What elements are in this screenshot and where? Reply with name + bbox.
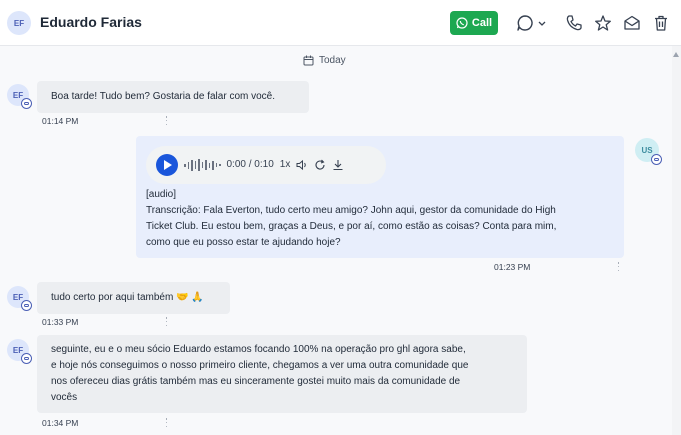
call-button-label: Call (471, 17, 493, 29)
message-options-icon[interactable] (617, 262, 620, 271)
message-options-icon[interactable] (165, 116, 168, 125)
whatsapp-call-button[interactable]: Call (450, 11, 498, 35)
replay-icon[interactable] (314, 159, 326, 171)
message-time: 01:34 PM (42, 418, 79, 428)
calendar-icon (303, 55, 314, 65)
audio-player: 0:00 / 0:10 1x (146, 146, 386, 184)
conversation-header: EF Eduardo Farias Call (0, 0, 681, 46)
message-line: e hoje nós conseguimos o nosso primeiro … (51, 360, 469, 371)
message-line: seguinte, eu e o meu sócio Eduardo estam… (51, 344, 466, 355)
phone-icon[interactable] (563, 12, 585, 34)
comment-dropdown-icon[interactable] (514, 12, 536, 34)
audio-tag: [audio] (146, 189, 177, 200)
message-line: vocês (51, 392, 78, 403)
message-bubble[interactable]: Boa tarde! Tudo bem? Gostaria de falar c… (37, 81, 309, 113)
volume-icon[interactable] (296, 159, 308, 171)
star-icon[interactable] (592, 12, 614, 34)
date-separator-label: Today (319, 54, 346, 66)
contact-avatar[interactable]: EF (7, 11, 31, 35)
scroll-up-arrow-icon[interactable] (673, 52, 679, 57)
message-avatar: EF (7, 339, 32, 364)
chat-badge-icon (21, 98, 32, 109)
message-avatar: EF (7, 286, 32, 311)
trash-icon[interactable] (650, 12, 672, 34)
chat-badge-icon (21, 353, 32, 364)
message-options-icon[interactable] (165, 317, 168, 326)
playback-speed[interactable]: 1x (280, 157, 291, 173)
date-separator: Today (303, 51, 346, 69)
play-icon[interactable] (156, 154, 178, 176)
message-text: tudo certo por aqui também 🤝 🙏 (51, 292, 204, 303)
transcription-line: Transcrição: Fala Everton, tudo certo me… (146, 205, 556, 216)
message-time: 01:23 PM (494, 262, 531, 272)
whatsapp-icon (456, 17, 468, 29)
message-bubble[interactable]: tudo certo por aqui também 🤝 🙏 (37, 282, 230, 314)
message-avatar: EF (7, 84, 32, 109)
message-avatar: US (635, 138, 662, 165)
message-options-icon[interactable] (165, 418, 168, 427)
message-line: nos ofereceu dias grátis também mas eu s… (51, 376, 461, 387)
contact-name[interactable]: Eduardo Farias (40, 14, 142, 30)
transcription-line: Ticket Club. Eu estou bem, graças a Deus… (146, 221, 557, 232)
contact-avatar-initials: EF (13, 18, 25, 28)
message-thread[interactable]: Today EF Boa tarde! Tudo bem? Gostaria d… (0, 46, 672, 435)
message-time: 01:33 PM (42, 317, 79, 327)
download-icon[interactable] (332, 159, 344, 171)
scrollbar[interactable] (672, 46, 681, 435)
message-text: Boa tarde! Tudo bem? Gostaria de falar c… (51, 91, 276, 102)
chat-badge-icon (21, 300, 32, 311)
envelope-open-icon[interactable] (621, 12, 643, 34)
message-bubble[interactable]: 0:00 / 0:10 1x [audio] Transcrição: Fala… (136, 136, 624, 258)
message-bubble[interactable]: seguinte, eu e o meu sócio Eduardo estam… (37, 335, 527, 413)
audio-time: 0:00 / 0:10 (226, 159, 274, 170)
chat-badge-icon (651, 154, 662, 165)
transcription-line: como que eu posso estar te ajudando hoje… (146, 237, 341, 248)
message-time: 01:14 PM (42, 116, 79, 126)
audio-waveform[interactable] (184, 158, 221, 172)
chevron-down-icon[interactable] (536, 12, 548, 34)
